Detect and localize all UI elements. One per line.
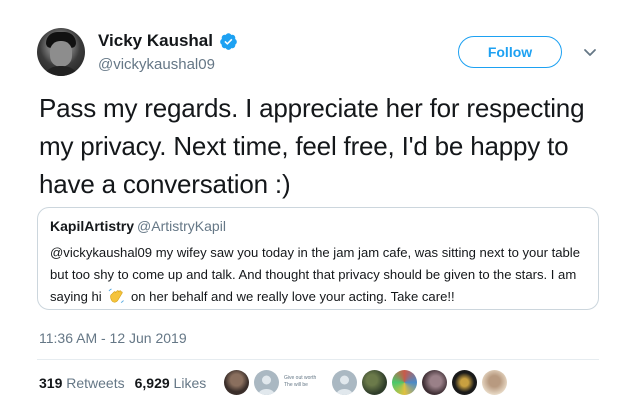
- author-avatar[interactable]: [37, 28, 85, 76]
- liker-avatar-default[interactable]: [254, 369, 279, 395]
- author-name[interactable]: Vicky Kaushal: [98, 31, 213, 51]
- tweet-text: Pass my regards. I appreciate her for re…: [39, 93, 585, 199]
- retweets-label: Retweets: [66, 375, 125, 391]
- quoted-tweet-header: KapilArtistry @ArtistryKapil: [50, 218, 226, 234]
- divider: [37, 359, 599, 360]
- tweet-stats: 319 Retweets 6,929 Likes: [39, 375, 206, 391]
- tweet-timestamp[interactable]: 11:36 AM - 12 Jun 2019: [39, 330, 187, 346]
- quoted-author-handle: @ArtistryKapil: [137, 218, 226, 234]
- liker-avatar[interactable]: [392, 369, 417, 395]
- author-handle[interactable]: @vickykaushal09: [98, 56, 215, 73]
- verified-badge-icon: [220, 33, 237, 50]
- liker-avatar[interactable]: [422, 369, 447, 395]
- quoted-text-part2: on her behalf and we really love your ac…: [130, 289, 455, 304]
- liker-avatar[interactable]: [452, 369, 477, 395]
- quoted-tweet-card[interactable]: KapilArtistry @ArtistryKapil @vickykausha…: [37, 207, 599, 310]
- quoted-tweet-text: @vickykaushal09 my wifey saw you today i…: [50, 242, 595, 308]
- retweets-stat[interactable]: 319 Retweets: [39, 375, 125, 391]
- liker-avatar-default[interactable]: [332, 369, 357, 395]
- likes-count: 6,929: [134, 375, 170, 391]
- liker-avatar[interactable]: [362, 369, 387, 395]
- likers-avatar-row: Give out worth The will be: [224, 369, 512, 395]
- follow-button[interactable]: Follow: [458, 36, 562, 68]
- liker-avatar-text[interactable]: Give out worth The will be: [284, 370, 328, 395]
- chevron-down-icon[interactable]: [582, 44, 598, 60]
- liker-avatar[interactable]: [224, 369, 249, 395]
- likes-label: Likes: [173, 375, 207, 391]
- likes-stat[interactable]: 6,929 Likes: [135, 375, 207, 391]
- waving-hand-emoji-icon: [108, 288, 125, 303]
- quoted-author-name: KapilArtistry: [50, 218, 135, 234]
- retweets-count: 319: [39, 375, 63, 391]
- liker-avatar[interactable]: [482, 369, 507, 395]
